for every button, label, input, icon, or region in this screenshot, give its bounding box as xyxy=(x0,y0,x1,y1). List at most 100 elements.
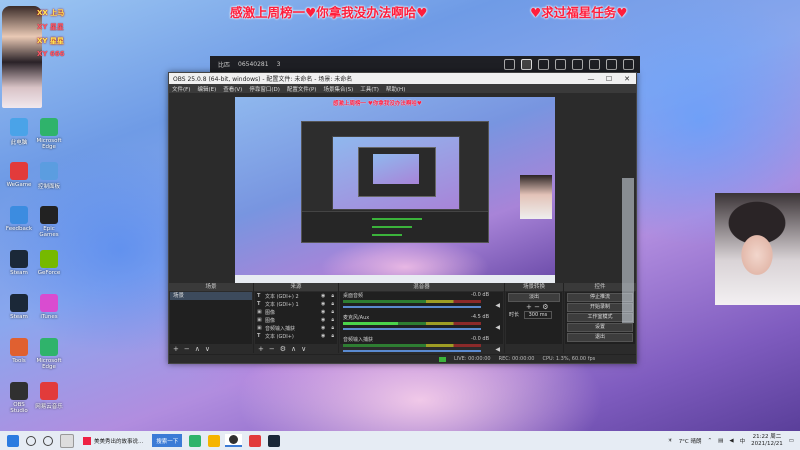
desktop-icon[interactable]: Microsoft Edge xyxy=(34,338,64,370)
remove-icon[interactable]: − xyxy=(184,345,190,353)
app-icon-dark[interactable] xyxy=(268,434,281,447)
gear-icon[interactable]: ⚙ xyxy=(280,345,286,353)
volume-icon[interactable]: ◀ xyxy=(495,324,500,331)
lock-icon[interactable]: 🔒︎ xyxy=(331,309,334,315)
maximize-icon[interactable] xyxy=(606,59,617,70)
close-button[interactable]: ✕ xyxy=(618,75,636,83)
source-name: 文本 (GDI+) 2 xyxy=(265,293,299,300)
down-icon[interactable]: ∨ xyxy=(205,345,210,353)
source-item[interactable]: ▣ 图像 ◉ 🔒︎ xyxy=(255,308,337,316)
volume-icon[interactable]: ◀ xyxy=(495,302,500,309)
source-item[interactable]: ▣ 音频输入捕获 ◉ 🔒︎ xyxy=(255,324,337,332)
remove-icon[interactable]: − xyxy=(534,303,540,311)
down-icon[interactable]: ∨ xyxy=(301,345,306,353)
maximize-button[interactable]: ☐ xyxy=(600,75,618,83)
desktop-icon[interactable]: Epic Games xyxy=(34,206,64,238)
ime-icon[interactable]: 中 xyxy=(740,437,746,445)
volume-slider[interactable] xyxy=(343,350,481,352)
source-type-icon: T xyxy=(257,301,261,307)
gear-icon[interactable]: ⚙ xyxy=(542,303,548,311)
camera-icon[interactable] xyxy=(504,59,515,70)
desktop-icon[interactable]: WeGame xyxy=(4,162,34,188)
transition-select[interactable]: 淡出 xyxy=(508,293,560,302)
desktop-icon[interactable]: Steam xyxy=(4,294,34,320)
task-view-icon[interactable] xyxy=(60,433,74,448)
minimize-icon[interactable] xyxy=(589,59,600,70)
desktop-icon[interactable]: GeForce xyxy=(34,250,64,276)
scene-item[interactable]: 场景 xyxy=(170,292,252,300)
edge-icon[interactable] xyxy=(189,434,202,447)
menu-help[interactable]: 帮助(H) xyxy=(386,85,405,93)
menu-view[interactable]: 查看(V) xyxy=(223,85,242,93)
menu-scene-collection[interactable]: 场景集合(S) xyxy=(323,85,353,93)
menu-tools[interactable]: 工具(T) xyxy=(360,85,379,93)
lock-icon[interactable]: 🔒︎ xyxy=(331,325,334,331)
eye-icon[interactable]: ◉ xyxy=(321,301,325,307)
add-icon[interactable]: + xyxy=(526,303,532,311)
menu-file[interactable]: 文件(F) xyxy=(172,85,190,93)
settings-icon[interactable] xyxy=(572,59,583,70)
eye-icon[interactable]: ◉ xyxy=(321,333,325,339)
control-button[interactable]: 设置 xyxy=(567,323,633,332)
eye-icon[interactable]: ◉ xyxy=(321,293,325,299)
volume-icon[interactable]: ◀ xyxy=(495,346,500,353)
app-icon-red[interactable] xyxy=(249,434,262,447)
close-icon[interactable] xyxy=(623,59,634,70)
volume-icon[interactable]: ◀ xyxy=(729,438,733,444)
menu-profile[interactable]: 配置文件(P) xyxy=(287,85,317,93)
menu-edit[interactable]: 编辑(E) xyxy=(197,85,216,93)
notification-icon[interactable]: ▭ xyxy=(789,438,794,444)
search-box[interactable]: 搜索一下 xyxy=(152,434,183,447)
app-icon xyxy=(83,436,91,445)
clock[interactable]: 21:22 周二 2021/12/21 xyxy=(751,434,783,448)
start-icon[interactable] xyxy=(7,434,19,447)
lock-icon[interactable]: 🔒︎ xyxy=(331,301,334,307)
duration-label: 时长 xyxy=(509,312,520,318)
file-explorer-icon[interactable] xyxy=(208,434,221,447)
desktop-icon[interactable]: Feedback xyxy=(4,206,34,232)
volume-slider[interactable] xyxy=(343,306,481,308)
lock-icon[interactable]: 🔒︎ xyxy=(331,293,334,299)
source-item[interactable]: T 文本 (GDI+) ◉ 🔒︎ xyxy=(255,332,337,340)
add-icon[interactable]: + xyxy=(258,345,264,353)
source-item[interactable]: ▣ 图像 ◉ 🔒︎ xyxy=(255,316,337,324)
source-item[interactable]: T 文本 (GDI+) 2 ◉ 🔒︎ xyxy=(255,292,337,300)
desktop-icon[interactable]: 控制面板 xyxy=(34,162,64,190)
desktop-icon[interactable]: Tools xyxy=(4,338,34,364)
desktop-icon[interactable]: OBS Studio xyxy=(4,382,34,414)
gamepad-icon[interactable] xyxy=(538,59,549,70)
cortana-icon[interactable] xyxy=(43,435,53,446)
up-icon[interactable]: ∧ xyxy=(291,345,296,353)
live-indicator xyxy=(439,356,446,362)
network-icon[interactable]: ▤ xyxy=(718,438,723,444)
source-item[interactable]: T 文本 (GDI+) 1 ◉ 🔒︎ xyxy=(255,300,337,308)
desktop-icon[interactable]: Steam xyxy=(4,250,34,276)
desktop-icon[interactable]: Microsoft Edge xyxy=(34,118,64,150)
up-icon[interactable]: ∧ xyxy=(195,345,200,353)
taskbar-task[interactable]: 美美秀出的故事说... xyxy=(79,434,147,447)
eye-icon[interactable]: ◉ xyxy=(321,325,325,331)
lock-icon[interactable]: 🔒︎ xyxy=(331,317,334,323)
home-icon[interactable] xyxy=(521,59,532,70)
search-icon[interactable] xyxy=(26,435,36,446)
taskbar-task-obs[interactable] xyxy=(225,434,243,447)
eye-icon[interactable]: ◉ xyxy=(321,309,325,315)
lock-icon[interactable]: 🔒︎ xyxy=(331,333,334,339)
desktop-icon-label: Tools xyxy=(12,358,26,364)
volume-slider[interactable] xyxy=(343,328,481,330)
layout-icon[interactable] xyxy=(555,59,566,70)
chevron-up-icon[interactable]: ⌃ xyxy=(708,438,713,444)
desktop-icon[interactable]: 网易云音乐 xyxy=(34,382,64,410)
minimize-button[interactable]: — xyxy=(582,75,600,83)
eye-icon[interactable]: ◉ xyxy=(321,317,325,323)
weather-text[interactable]: 7°C 晴朗 xyxy=(679,437,702,445)
duration-input[interactable]: 300 ms xyxy=(523,311,553,319)
control-button[interactable]: 退出 xyxy=(567,333,633,342)
desktop-icon[interactable]: iTunes xyxy=(34,294,64,320)
remove-icon[interactable]: − xyxy=(269,345,275,353)
live-label: LIVE: xyxy=(454,356,467,362)
desktop-icon[interactable]: 此电脑 xyxy=(4,118,34,146)
add-icon[interactable]: + xyxy=(173,345,179,353)
obs-preview[interactable]: 感激上周榜一 ♥你拿我没办法啊哈♥ xyxy=(235,97,555,283)
menu-docks[interactable]: 停靠窗口(D) xyxy=(249,85,280,93)
